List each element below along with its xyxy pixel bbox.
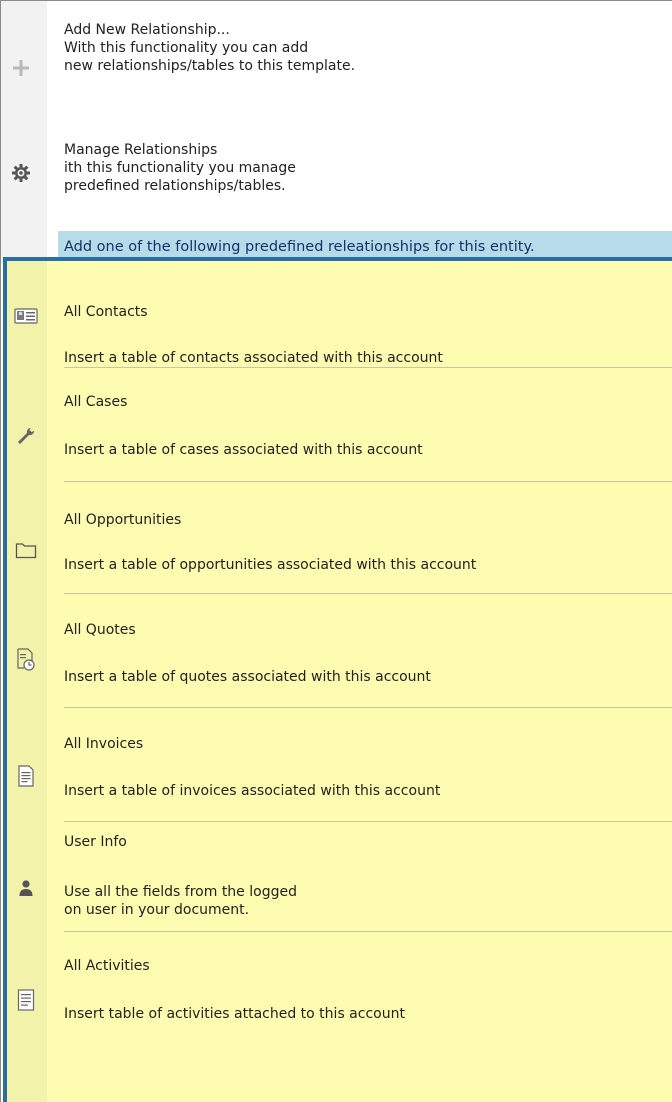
relationship-item-all-invoices[interactable]: All Invoices Insert a table of invoices … [7, 707, 672, 825]
relationship-title: All Contacts [64, 304, 148, 320]
manage-relationships-title: Manage Relationships [64, 142, 218, 158]
relationship-item-all-quotes[interactable]: All Quotes Insert a table of quotes asso… [7, 593, 672, 711]
relationship-title: All Quotes [64, 622, 136, 638]
add-new-relationship-item[interactable]: Add New Relationship... With this functi… [1, 1, 672, 113]
relationship-item-all-cases[interactable]: All Cases Insert a table of cases associ… [7, 367, 672, 485]
add-new-relationship-title: Add New Relationship... [64, 22, 230, 38]
relationship-item-all-contacts[interactable]: All Contacts Insert a table of contacts … [7, 261, 672, 371]
plus-icon [9, 56, 33, 80]
activity-list-icon [13, 987, 39, 1013]
add-new-relationship-desc-line2: new relationships/tables to this templat… [64, 58, 356, 74]
relationship-description: Insert a table of contacts associated wi… [64, 350, 443, 366]
relationship-title: All Opportunities [64, 512, 182, 528]
wrench-icon [13, 423, 39, 449]
relationship-title: All Activities [64, 958, 150, 974]
relationship-description: Insert a table of invoices associated wi… [64, 783, 441, 799]
relationship-menu: Add New Relationship... With this functi… [0, 0, 672, 1102]
manage-relationships-desc-line2: predefined relationships/tables. [64, 178, 286, 194]
user-icon [13, 875, 39, 901]
relationship-title: All Cases [64, 394, 128, 410]
relationship-title: All Invoices [64, 736, 144, 752]
manage-relationships-desc-line1: ith this functionality you manage [64, 160, 296, 176]
relationship-item-all-activities[interactable]: All Activities Insert table of activitie… [7, 931, 672, 1102]
predefined-relationships-panel: All Contacts Insert a table of contacts … [3, 257, 672, 1102]
relationship-item-all-opportunities[interactable]: All Opportunities Insert a table of oppo… [7, 481, 672, 599]
invoice-document-icon [13, 763, 39, 789]
relationship-description: Insert a table of cases associated with … [64, 442, 423, 458]
contact-card-icon [13, 303, 39, 329]
add-new-relationship-desc-line1: With this functionality you can add [64, 40, 309, 56]
relationship-description-line1: Use all the fields from the logged [64, 884, 297, 900]
manage-relationships-item[interactable]: Manage Relationships ith this functional… [1, 113, 672, 231]
quote-document-clock-icon [13, 647, 39, 673]
relationship-item-user-info[interactable]: User Info Use all the fields from the lo… [7, 821, 672, 935]
relationship-description: Insert a table of quotes associated with… [64, 669, 431, 685]
folder-icon [13, 537, 39, 563]
relationship-description: Insert table of activities attached to t… [64, 1006, 405, 1022]
gear-icon [9, 161, 33, 185]
relationship-description-line2: on user in your document. [64, 902, 250, 918]
relationship-title: User Info [64, 834, 127, 850]
relationship-description: Insert a table of opportunities associat… [64, 557, 477, 573]
